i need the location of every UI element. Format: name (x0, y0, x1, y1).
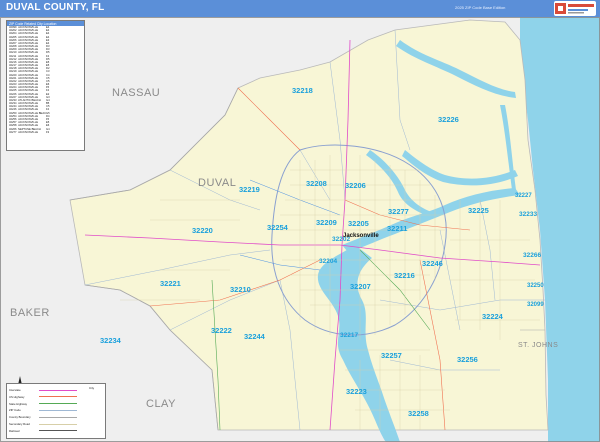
zip-label[interactable]: 32220 (192, 226, 213, 235)
zip-label[interactable]: 32205 (348, 219, 369, 228)
zip-label[interactable]: 32226 (438, 115, 459, 124)
city-label[interactable]: Jacksonville (343, 233, 379, 239)
zip-label[interactable]: 32217 (340, 332, 358, 339)
zip-label[interactable]: 32258 (408, 409, 429, 418)
key-row-line (39, 430, 77, 432)
zip-label[interactable]: 32234 (100, 336, 121, 345)
zip-label[interactable]: 32244 (244, 332, 265, 341)
legend-row: 32277 JACKSONVILLE F3 (7, 131, 84, 134)
title-bar: DUVAL COUNTY, FL 2025 ZIP Code Base Edit… (0, 0, 600, 17)
zip-label[interactable]: 32256 (457, 355, 478, 364)
zip-label[interactable]: 32219 (239, 185, 260, 194)
zip-label[interactable]: 32221 (160, 279, 181, 288)
zip-label[interactable]: 32254 (267, 223, 288, 232)
key-row-label: County Boundary (9, 415, 31, 420)
publisher-logo-icon (555, 3, 594, 14)
key-row-label: Railroad (9, 428, 20, 433)
key-row-line (39, 403, 77, 405)
zip-label[interactable]: 32222 (211, 326, 232, 335)
zip-label[interactable]: 32277 (388, 207, 409, 216)
legend-zip: 32277 (9, 130, 17, 134)
legend-grid: F3 (46, 130, 50, 134)
zip-label[interactable]: 32246 (422, 259, 443, 268)
key-row-line (39, 396, 77, 398)
zip-legend-table: ZIP Code Related City Location 32099 JACK… (6, 20, 85, 151)
county-label: DUVAL (198, 177, 237, 189)
zip-label[interactable]: 32206 (345, 181, 366, 190)
map-page: DUVAL COUNTY, FL 2025 ZIP Code Base Edit… (0, 0, 600, 442)
edition-subtitle: 2025 ZIP Code Base Edition (455, 5, 506, 10)
map-title: DUVAL COUNTY, FL (6, 2, 105, 13)
county-label: ST. JOHNS (518, 342, 559, 349)
map-canvas[interactable]: NASSAU DUVAL BAKER CLAY ST. JOHNS 32218 … (0, 17, 600, 442)
key-row-label: Interstate (9, 388, 21, 392)
zip-label[interactable]: 32208 (306, 179, 327, 188)
key-row-line (39, 416, 77, 418)
key-row-line (39, 409, 77, 411)
key-row-label: US Highway (9, 394, 25, 399)
zip-label[interactable]: 32207 (350, 282, 371, 291)
zip-label[interactable]: 32224 (482, 312, 503, 321)
county-label: CLAY (146, 398, 176, 410)
legend-city: JACKSONVILLE (18, 130, 39, 134)
zip-label[interactable]: 32266 (523, 252, 541, 259)
key-row-label: Secondary Road (9, 422, 30, 426)
key-row-line (39, 389, 77, 391)
zip-label[interactable]: 32209 (316, 218, 337, 227)
zip-label[interactable]: 32223 (346, 387, 367, 396)
zip-label[interactable]: 32218 (292, 86, 313, 95)
county-label: BAKER (10, 307, 50, 319)
zip-label[interactable]: 32211 (387, 224, 407, 233)
map-svg (0, 17, 600, 442)
key-row-label: State Highway (9, 401, 28, 406)
map-key: City Interstate US Highway State Highway ZI… (6, 383, 106, 439)
legend-rows: 32099 JACKSONVILLE E4 32202 JACKSONVILLE E4 32… (7, 26, 84, 134)
zip-label[interactable]: 32233 (519, 211, 537, 218)
key-city-label: City (89, 386, 95, 390)
zip-label[interactable]: 32210 (230, 285, 251, 294)
publisher-logo (554, 1, 596, 16)
zip-label[interactable]: 32099 (527, 302, 544, 308)
key-row-line (39, 423, 77, 425)
key-row-label: ZIP Code (9, 408, 21, 413)
zip-label[interactable]: 32204 (319, 258, 337, 265)
zip-label[interactable]: 32227 (515, 193, 532, 199)
county-label: NASSAU (112, 87, 161, 99)
zip-label[interactable]: 32225 (468, 206, 489, 215)
zip-label[interactable]: 32257 (381, 351, 402, 360)
zip-label[interactable]: 32250 (527, 283, 544, 289)
zip-label[interactable]: 32216 (394, 271, 415, 280)
